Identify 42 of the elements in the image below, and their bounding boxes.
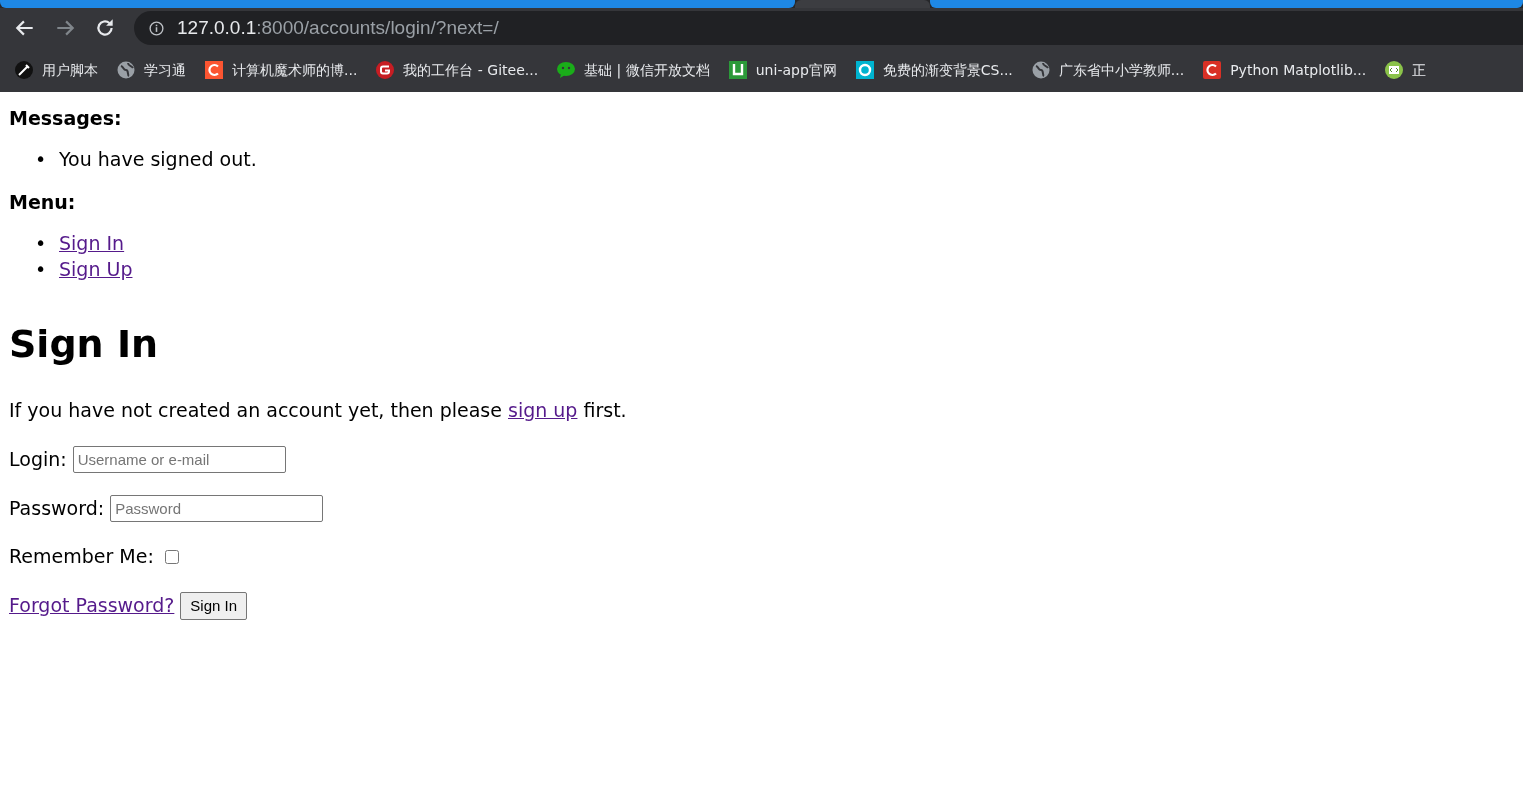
- bookmark-link[interactable]: uni-app官网: [755, 59, 837, 81]
- password-field[interactable]: Password: [110, 495, 324, 522]
- intro-text: If you have not created an account yet, then please sign up first.: [9, 398, 628, 424]
- chat-bubble-icon: [556, 60, 577, 80]
- remember-me-checkbox[interactable]: [164, 549, 179, 564]
- password-label: Password:: [9, 495, 105, 521]
- message-text: You have signed out.: [59, 146, 257, 172]
- url-text: 127.0.0.1:8000/accounts/login/?next=/: [177, 15, 499, 40]
- bookmark-link[interactable]: 基础 | 微信开放文档: [584, 59, 710, 81]
- ring-icon: [854, 60, 875, 80]
- bullet: •: [35, 257, 48, 283]
- bullet: •: [35, 230, 48, 256]
- sign-in-button[interactable]: Sign In: [180, 591, 248, 620]
- page-title: Sign In: [9, 321, 160, 369]
- bookmark-link[interactable]: 我的工作台 - Gitee...: [403, 59, 539, 81]
- bookmark-link[interactable]: 广东省中小学教师...: [1058, 59, 1185, 81]
- bookmark-link[interactable]: 正: [1412, 59, 1427, 81]
- letter-c-icon: [204, 60, 224, 80]
- username-field[interactable]: Username or e-mail: [72, 446, 286, 473]
- remember-me-label: Remember Me:: [9, 544, 154, 569]
- code-icon: [1384, 60, 1405, 80]
- menu-heading: Menu:: [9, 190, 77, 216]
- bookmark-link[interactable]: 学习通: [144, 59, 186, 81]
- globe-icon: [1030, 60, 1051, 80]
- letter-u-icon: [727, 60, 748, 80]
- menu-link[interactable]: Sign In: [59, 229, 125, 257]
- globe-icon: [116, 60, 136, 80]
- letter-g-icon: [375, 60, 396, 80]
- info-icon: [148, 19, 165, 37]
- address-bar[interactable]: 127.0.0.1:8000/accounts/login/?next=/: [134, 11, 1523, 45]
- bookmark-link[interactable]: 免费的渐变背景CS...: [882, 59, 1013, 81]
- login-label: Login:: [9, 446, 67, 472]
- reload-icon[interactable]: [94, 17, 116, 39]
- bookmark-link[interactable]: 计算机魔术师的博...: [232, 59, 358, 81]
- forgot-password-link[interactable]: Forgot Password?: [9, 592, 175, 619]
- letter-c-icon: [1202, 60, 1223, 80]
- sign-up-link[interactable]: sign up: [508, 399, 578, 422]
- bookmark-link[interactable]: Python Matplotlib...: [1230, 59, 1367, 81]
- bookmark-link[interactable]: 用户脚本: [42, 59, 98, 81]
- messages-heading: Messages:: [9, 106, 123, 131]
- bullet: •: [35, 146, 48, 172]
- menu-link[interactable]: Sign Up: [59, 256, 133, 284]
